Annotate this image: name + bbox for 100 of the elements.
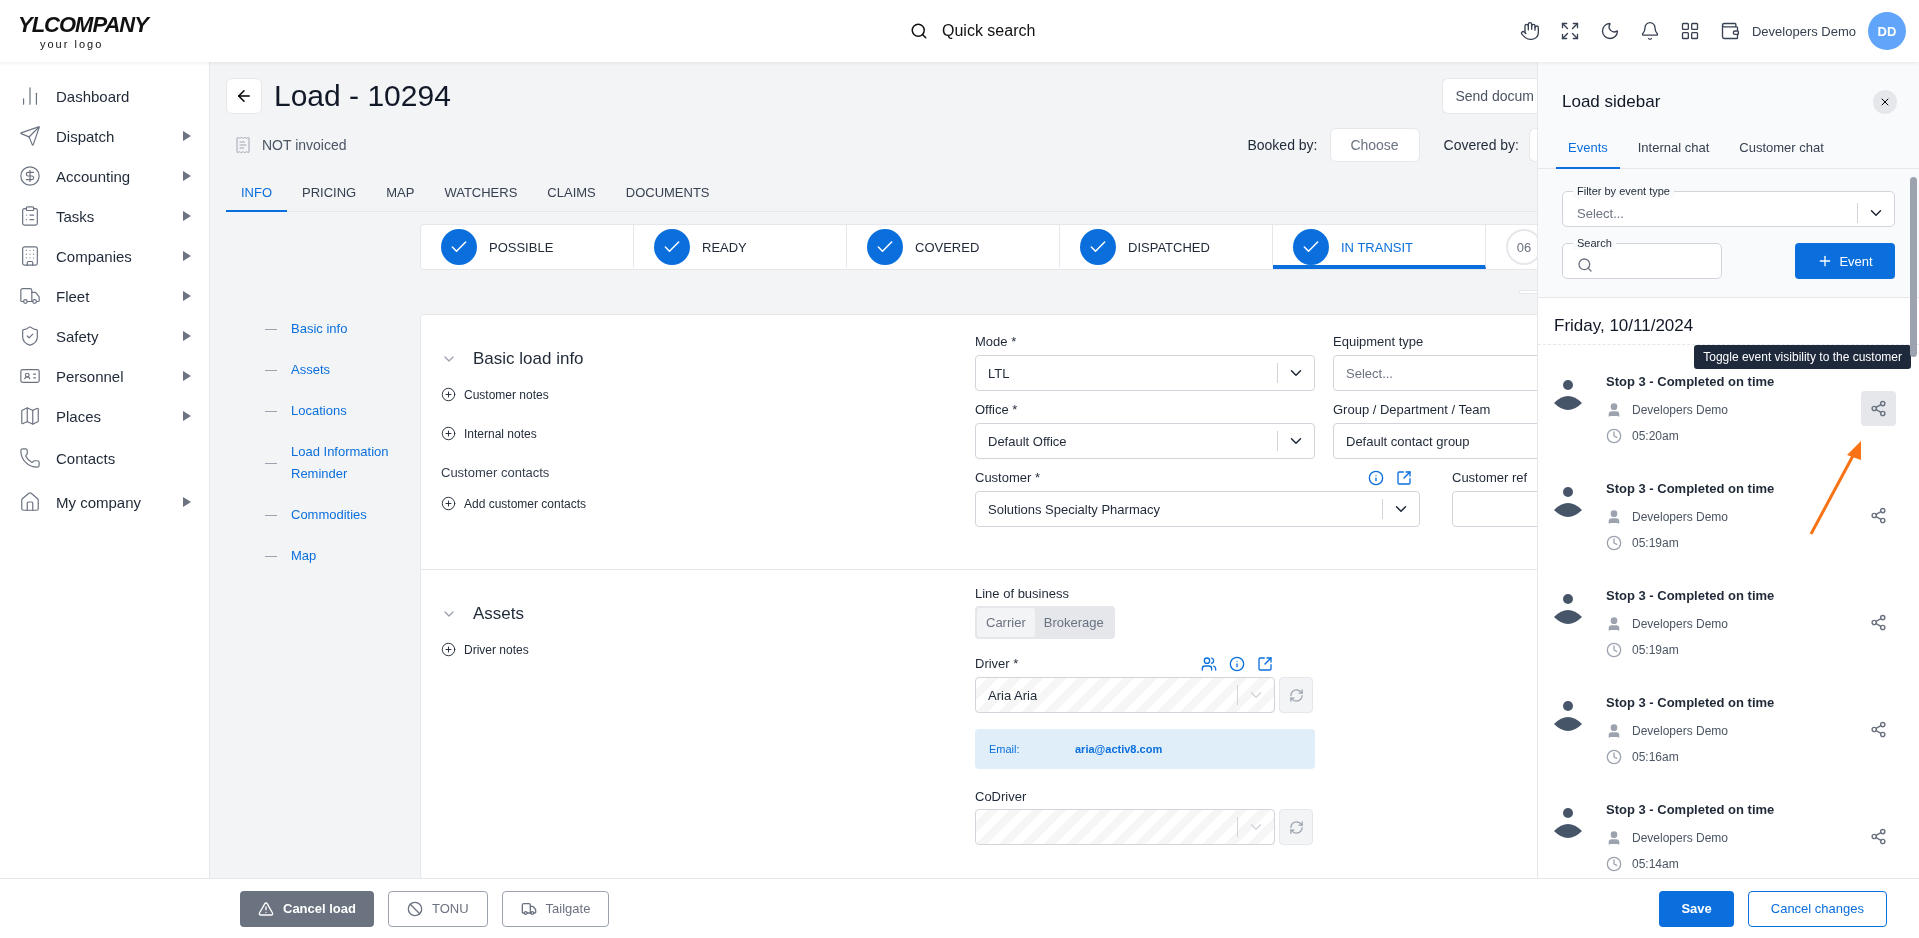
segment-option[interactable]: Brokerage bbox=[1034, 608, 1113, 637]
add-contacts-button[interactable]: Add customer contacts bbox=[441, 496, 975, 511]
select-field[interactable]: LTL bbox=[975, 355, 1315, 391]
nav-item[interactable]: Tasks bbox=[0, 196, 209, 236]
fullscreen-button[interactable] bbox=[1559, 21, 1580, 41]
back-button[interactable] bbox=[226, 78, 262, 114]
section-header[interactable]: Basic load info bbox=[441, 349, 975, 369]
section-link[interactable]: Commodities bbox=[265, 504, 420, 526]
building-icon bbox=[19, 245, 41, 267]
plus-circle-icon bbox=[441, 426, 456, 441]
user-icon bbox=[1606, 401, 1622, 418]
select-field[interactable]: Default Office bbox=[975, 423, 1315, 459]
nav-item[interactable]: Accounting bbox=[0, 156, 209, 196]
choose-button[interactable]: Choose bbox=[1329, 128, 1420, 162]
send-documents-button[interactable]: Send docum bbox=[1442, 78, 1537, 114]
footer-button[interactable]: TONU bbox=[387, 890, 488, 927]
person-icon bbox=[1554, 699, 1582, 734]
event-title: Stop 3 - Completed on time bbox=[1606, 587, 1776, 605]
add-note-button[interactable]: Driver notes bbox=[441, 642, 975, 657]
invoice-status: NOT invoiced bbox=[262, 137, 347, 153]
share-button[interactable] bbox=[1861, 391, 1896, 426]
nav-item[interactable]: Fleet bbox=[0, 276, 209, 316]
truck-icon bbox=[520, 900, 537, 917]
tab[interactable]: DOCUMENTS bbox=[610, 176, 725, 212]
event-author: Developers Demo bbox=[1632, 402, 1729, 417]
truck-icon bbox=[19, 285, 41, 307]
user-icon bbox=[1606, 615, 1622, 632]
grid-button[interactable] bbox=[1679, 21, 1700, 41]
footer-button[interactable]: Save bbox=[1659, 890, 1734, 927]
select-field[interactable]: Select... bbox=[1333, 355, 1537, 391]
nav-item[interactable]: Contacts bbox=[0, 436, 209, 480]
event-author: Developers Demo bbox=[1632, 509, 1729, 524]
logo-tagline: your logo bbox=[40, 38, 105, 50]
fullscreen-icon bbox=[1559, 21, 1580, 41]
tab[interactable]: WATCHERS bbox=[429, 176, 533, 212]
external-link-icon[interactable] bbox=[1396, 469, 1412, 486]
moon-icon bbox=[1599, 21, 1620, 41]
event-time: 05:16am bbox=[1632, 750, 1679, 764]
shield-icon bbox=[19, 325, 41, 347]
section-link[interactable]: Basic info bbox=[265, 318, 420, 340]
nav-item[interactable]: Companies bbox=[0, 236, 209, 276]
users-icon[interactable] bbox=[1201, 655, 1217, 672]
status-step[interactable]: COVERED bbox=[847, 225, 1060, 269]
add-note-button[interactable]: Internal notes bbox=[441, 426, 975, 441]
nav-item[interactable]: My company bbox=[0, 480, 209, 524]
tab[interactable]: MAP bbox=[371, 176, 430, 212]
field-label: Driver * bbox=[975, 656, 1020, 671]
event-title: Stop 3 - Completed on time bbox=[1606, 694, 1776, 712]
info-icon[interactable] bbox=[1368, 469, 1384, 486]
add-event-button[interactable]: Event bbox=[1795, 243, 1895, 279]
step-label: POSSIBLE bbox=[489, 239, 554, 255]
share-icon bbox=[1870, 400, 1887, 417]
share-icon bbox=[1870, 828, 1887, 845]
nav-item[interactable]: Places bbox=[0, 396, 209, 436]
select-field[interactable]: Solutions Specialty Pharmacy bbox=[975, 491, 1420, 527]
tab[interactable]: Customer chat bbox=[1727, 140, 1836, 169]
clock-icon bbox=[1606, 428, 1622, 444]
quick-search-button[interactable]: Quick search bbox=[906, 18, 1040, 44]
close-button[interactable] bbox=[1873, 90, 1897, 114]
phone-icon bbox=[19, 447, 41, 469]
section-link[interactable]: Locations bbox=[265, 400, 420, 422]
tab[interactable]: CLAIMS bbox=[532, 176, 611, 212]
tab[interactable]: PRICING bbox=[287, 176, 372, 212]
section-link[interactable]: Map bbox=[265, 545, 420, 567]
tab[interactable]: Events bbox=[1556, 140, 1620, 169]
info-icon[interactable] bbox=[1229, 655, 1245, 672]
footer-button[interactable]: Tailgate bbox=[501, 890, 610, 927]
tab[interactable]: INFO bbox=[226, 176, 288, 212]
section-link[interactable]: Assets bbox=[265, 359, 420, 381]
ban-icon bbox=[406, 900, 423, 917]
input-field[interactable]: Default contact group bbox=[1333, 423, 1537, 459]
section-header[interactable]: Assets bbox=[441, 604, 975, 624]
person-icon bbox=[1554, 485, 1582, 520]
event-time: 05:19am bbox=[1632, 536, 1679, 550]
hand-button[interactable] bbox=[1519, 21, 1540, 41]
moon-button[interactable] bbox=[1599, 21, 1620, 41]
segment-option[interactable]: Carrier bbox=[977, 608, 1035, 637]
status-step[interactable]: IN TRANSIT bbox=[1273, 225, 1486, 269]
scrollbar-thumb[interactable] bbox=[1910, 177, 1917, 357]
tab[interactable]: Internal chat bbox=[1625, 140, 1722, 169]
plus-circle-icon bbox=[441, 642, 456, 657]
wallet-button[interactable] bbox=[1719, 21, 1740, 41]
section-link[interactable]: Load Information Reminder bbox=[265, 441, 420, 485]
step-label: READY bbox=[702, 239, 747, 255]
nav-item[interactable]: Personnel bbox=[0, 356, 209, 396]
nav-item[interactable]: Dashboard bbox=[0, 76, 209, 116]
external-link-icon[interactable] bbox=[1257, 655, 1273, 672]
footer-button[interactable]: Cancel load bbox=[240, 890, 374, 927]
status-step[interactable]: READY bbox=[634, 225, 847, 269]
bell-button[interactable] bbox=[1639, 21, 1660, 41]
nav-item[interactable]: Dispatch bbox=[0, 116, 209, 156]
status-step[interactable]: DISPATCHED bbox=[1060, 225, 1273, 269]
footer-button[interactable]: Cancel changes bbox=[1747, 890, 1887, 927]
event-time: 05:14am bbox=[1632, 857, 1679, 871]
status-step[interactable]: 06 bbox=[1486, 225, 1537, 269]
dollar-icon bbox=[19, 165, 41, 187]
status-step[interactable]: POSSIBLE bbox=[421, 225, 634, 269]
nav-item[interactable]: Safety bbox=[0, 316, 209, 356]
event-title: Stop 3 - Completed on time bbox=[1606, 480, 1776, 498]
add-note-button[interactable]: Customer notes bbox=[441, 387, 975, 402]
